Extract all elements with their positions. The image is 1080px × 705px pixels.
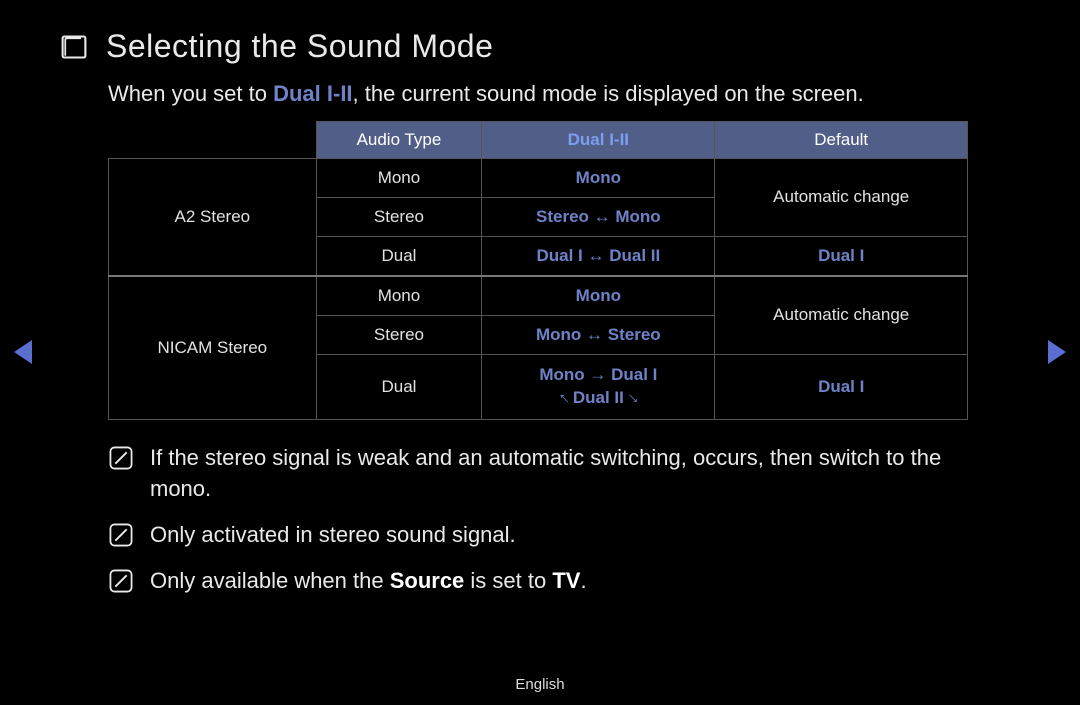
cell-default: Dual I — [715, 354, 968, 419]
header-default: Default — [715, 121, 968, 158]
cell-dual: Mono — [482, 276, 715, 316]
note-icon — [108, 568, 134, 594]
note-bold: Source — [390, 568, 465, 593]
cell-default: Dual I — [715, 236, 968, 276]
note-text: If the stereo signal is weak and an auto… — [150, 442, 988, 506]
cell-audio: Stereo — [316, 197, 482, 236]
note-item: Only available when the Source is set to… — [108, 565, 988, 597]
note-item: Only activated in stereo sound signal. — [108, 519, 988, 551]
cell-default: Automatic change — [715, 158, 968, 236]
header-dual: Dual I-II — [482, 121, 715, 158]
footer-language: English — [0, 676, 1080, 693]
note-icon — [108, 445, 134, 471]
cell-dual: Stereo ↔ Mono — [482, 197, 715, 236]
cell-dual-multiline: Mono → Dual I ↑ Dual II ↑ — [482, 354, 715, 419]
cell-audio: Mono — [316, 158, 482, 197]
cell-audio: Dual — [316, 236, 482, 276]
next-page-arrow[interactable] — [1048, 340, 1066, 364]
arrow-se-icon: ↑ — [622, 387, 644, 409]
arrow-nw-icon: ↑ — [553, 387, 575, 409]
cell-dual: Mono — [482, 158, 715, 197]
note-bold: TV — [552, 568, 580, 593]
table-header-row: Audio Type Dual I-II Default — [109, 121, 968, 158]
title-row: Selecting the Sound Mode — [60, 28, 1020, 65]
header-blank — [109, 121, 317, 158]
book-icon — [60, 33, 88, 61]
intro-post: , the current sound mode is displayed on… — [353, 81, 864, 106]
note-text: Only available when the Source is set to… — [150, 565, 587, 597]
row-group: NICAM Stereo — [109, 276, 317, 419]
row-group: A2 Stereo — [109, 158, 317, 276]
cell-audio: Mono — [316, 276, 482, 316]
note-icon — [108, 522, 134, 548]
intro-highlight: Dual I-II — [273, 81, 352, 106]
prev-page-arrow[interactable] — [14, 340, 32, 364]
manual-page: Selecting the Sound Mode When you set to… — [0, 0, 1080, 705]
cell-dual-line1: Mono → Dual I — [539, 365, 657, 384]
page-title: Selecting the Sound Mode — [106, 28, 493, 65]
sound-mode-table: Audio Type Dual I-II Default A2 Stereo M… — [108, 121, 968, 420]
intro-text: When you set to Dual I-II, the current s… — [108, 79, 1020, 109]
cell-default: Automatic change — [715, 276, 968, 355]
table-row: NICAM Stereo Mono Mono Automatic change — [109, 276, 968, 316]
note-text: Only activated in stereo sound signal. — [150, 519, 516, 551]
notes-list: If the stereo signal is weak and an auto… — [108, 442, 1020, 598]
cell-audio: Stereo — [316, 315, 482, 354]
note-item: If the stereo signal is weak and an auto… — [108, 442, 988, 506]
table-row: A2 Stereo Mono Mono Automatic change — [109, 158, 968, 197]
cell-audio: Dual — [316, 354, 482, 419]
cell-dual: Dual I ↔ Dual II — [482, 236, 715, 276]
intro-pre: When you set to — [108, 81, 273, 106]
cell-dual-line2: ↑ Dual II ↑ — [560, 388, 637, 407]
cell-dual: Mono ↔ Stereo — [482, 315, 715, 354]
header-audio-type: Audio Type — [316, 121, 482, 158]
